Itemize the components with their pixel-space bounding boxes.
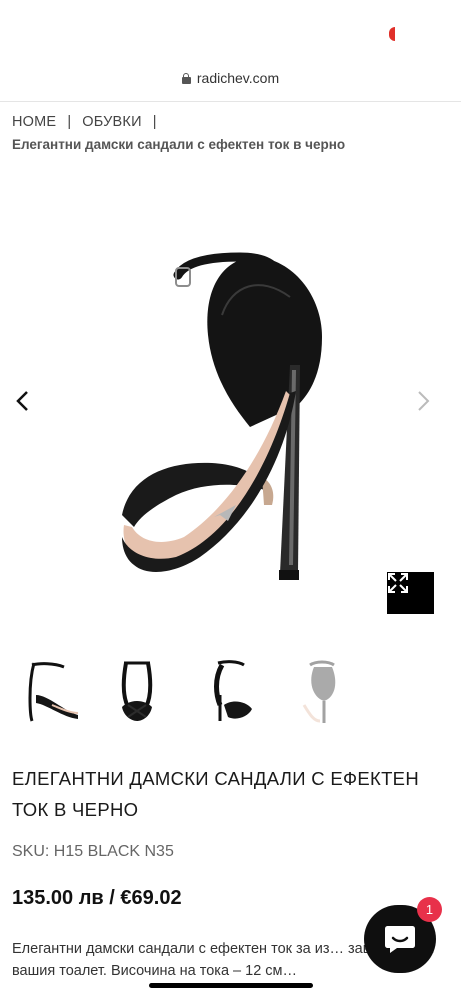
product-gallery[interactable] [0, 165, 461, 630]
breadcrumb-shoes-link[interactable]: ОБУВКИ [82, 114, 141, 130]
product-title: ЕЛЕГАНТНИ ДАМСКИ САНДАЛИ С ЕФЕКТЕН ТОК В… [12, 768, 419, 820]
home-indicator [149, 983, 313, 988]
product-sku: SKU: H15 BLACK N35 [12, 843, 174, 860]
gallery-prev-button[interactable] [15, 390, 45, 420]
thumbnail-front-view[interactable] [102, 655, 172, 730]
status-bar [0, 0, 461, 60]
breadcrumb: HOME | ОБУВКИ | [12, 114, 168, 130]
breadcrumb-separator: | [152, 114, 157, 130]
address-bar[interactable]: radichev.com [0, 66, 461, 90]
breadcrumb-current: Елегантни дамски сандали с ефектен ток в… [12, 137, 346, 152]
thumbnail-strip [0, 655, 461, 730]
chat-bubble-icon [385, 926, 415, 953]
chevron-left-icon [16, 391, 28, 411]
chat-notification-badge: 1 [417, 897, 442, 922]
status-indicator [389, 27, 395, 41]
expand-icon [388, 573, 408, 593]
thumbnail-side-view[interactable] [18, 655, 88, 730]
header-divider [0, 101, 461, 102]
chevron-right-icon [418, 391, 430, 411]
product-price: 135.00 лв / €69.02 [12, 887, 182, 909]
breadcrumb-separator: | [67, 114, 72, 130]
breadcrumb-home-link[interactable]: HOME [12, 114, 56, 130]
gallery-next-button[interactable] [417, 390, 447, 420]
thumbnail-back-view[interactable] [284, 655, 354, 730]
address-domain: radichev.com [196, 70, 280, 86]
lock-icon [181, 72, 191, 84]
zoom-button[interactable] [387, 572, 434, 614]
thumbnail-angle-view[interactable] [196, 655, 266, 730]
main-product-image [122, 252, 322, 580]
